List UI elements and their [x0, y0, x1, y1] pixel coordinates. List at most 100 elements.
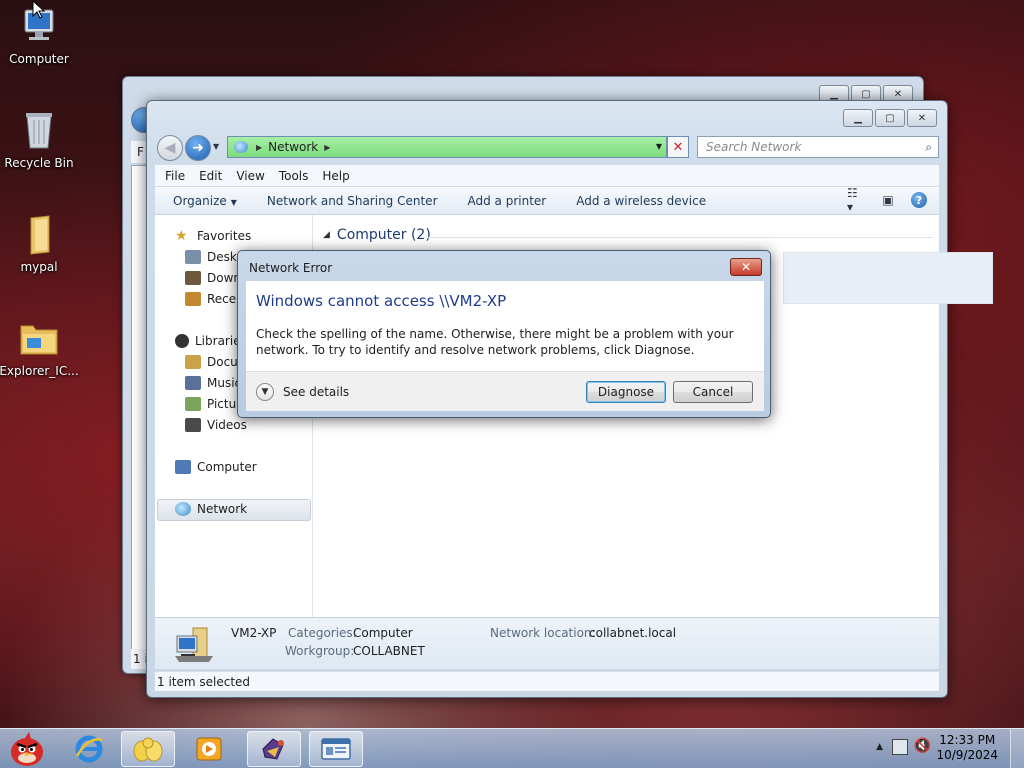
diagnose-button[interactable]: Diagnose	[586, 381, 666, 403]
see-details-label: See details	[283, 385, 350, 399]
desktop-icon-explorer[interactable]: Explorer_IC...	[0, 316, 79, 378]
forward-button[interactable]: ➜	[185, 135, 211, 161]
show-desktop-button[interactable]	[1010, 729, 1024, 768]
system-clock[interactable]: 12:33 PM 10/9/2024	[936, 733, 998, 763]
organize-button[interactable]: Organize ▼	[173, 194, 237, 208]
close-button[interactable]: ✕	[907, 109, 937, 127]
search-icon[interactable]: ⌕	[925, 140, 932, 155]
folder-icon	[17, 316, 61, 360]
libraries-icon	[175, 334, 189, 348]
nav-pictures[interactable]: Pictur	[185, 397, 241, 411]
details-pane: VM2-XP Categories: Computer Workgroup: C…	[155, 617, 939, 669]
window-caption-buttons: ▁ ▢ ✕	[843, 109, 937, 127]
videos-icon	[185, 418, 201, 432]
menu-edit[interactable]: Edit	[199, 169, 222, 183]
folder-icon	[133, 737, 163, 762]
dialog-message: Check the spelling of the name. Otherwis…	[256, 327, 734, 357]
minimize-button[interactable]: ▁	[843, 109, 873, 127]
pictures-icon	[185, 397, 201, 411]
nav-music[interactable]: Music	[185, 376, 241, 390]
add-printer-button[interactable]: Add a printer	[468, 194, 547, 208]
desktop-icon	[185, 250, 201, 264]
menu-tools[interactable]: Tools	[279, 169, 309, 183]
see-details-toggle[interactable]: ▼ See details	[256, 383, 349, 401]
music-icon	[185, 376, 201, 390]
documents-icon	[185, 355, 201, 369]
change-view-icon[interactable]: ☷ ▾	[847, 186, 865, 214]
network-sharing-center-button[interactable]: Network and Sharing Center	[267, 194, 438, 208]
network-error-dialog[interactable]: Network Error ✕ Windows cannot access \\…	[237, 250, 771, 418]
add-wireless-device-button[interactable]: Add a wireless device	[576, 194, 706, 208]
search-placeholder: Search Network	[706, 140, 802, 154]
network-icon	[175, 502, 191, 516]
volume-muted-icon[interactable]: 🔇	[914, 738, 931, 754]
desktop-icon-label: Computer	[9, 52, 69, 66]
clock-date: 10/9/2024	[936, 748, 998, 762]
window-app-icon	[321, 738, 351, 760]
show-hidden-icons-icon[interactable]: ▲	[876, 742, 883, 752]
back-button[interactable]: ◀	[157, 135, 183, 161]
desktop-icon-label: Recycle Bin	[4, 156, 74, 170]
folder-icon	[17, 212, 61, 256]
view-controls: ☷ ▾ ▣ ?	[847, 186, 927, 214]
workgroup-value: COLLABNET	[353, 644, 425, 658]
taskbar-network-window[interactable]	[309, 731, 363, 767]
chevron-down-icon[interactable]: ▼	[256, 383, 274, 401]
taskbar-app-paint[interactable]	[247, 731, 301, 767]
group-divider	[425, 237, 933, 238]
maximize-button[interactable]: ▢	[875, 109, 905, 127]
chevron-down-icon: ▼	[230, 197, 237, 207]
clock-time: 12:33 PM	[939, 733, 996, 747]
menu-file[interactable]: File	[165, 169, 185, 183]
nav-documents[interactable]: Docu	[185, 355, 238, 369]
desktop-icon-recycle-bin[interactable]: Recycle Bin	[4, 108, 74, 170]
nav-recent-places[interactable]: Recen	[185, 292, 244, 306]
stop-loading-button[interactable]: ✕	[667, 136, 689, 158]
collapse-triangle-icon[interactable]: ◢	[323, 230, 330, 240]
taskbar-media-player[interactable]	[182, 731, 236, 767]
desktop-icon-label: mypal	[20, 260, 58, 274]
help-icon[interactable]: ?	[911, 192, 927, 208]
menu-help[interactable]: Help	[322, 169, 349, 183]
network-tray-icon[interactable]	[892, 739, 908, 755]
nav-libraries[interactable]: Librarie	[175, 334, 241, 348]
taskbar-internet-explorer[interactable]	[62, 731, 116, 767]
search-input[interactable]: Search Network ⌕	[697, 136, 939, 158]
desktop-icon-mypal[interactable]: mypal	[4, 212, 74, 274]
group-header-computer[interactable]: ◢ Computer (2)	[323, 227, 431, 243]
desktop-icon-label: Explorer_IC...	[0, 364, 79, 378]
recent-pages-dropdown[interactable]: ▼	[213, 142, 219, 151]
network-computer-item[interactable]	[783, 252, 993, 304]
dialog-heading: Windows cannot access \\VM2-XP	[256, 292, 507, 310]
categories-label: Categories:	[288, 626, 357, 640]
paint-app-icon	[262, 738, 284, 760]
nav-favorites[interactable]: ★ Favorites	[175, 229, 251, 243]
preview-pane-icon[interactable]: ▣	[879, 192, 897, 208]
network-location-label: Network location:	[490, 626, 596, 640]
nav-network[interactable]: Network	[175, 502, 247, 516]
angry-bird-icon	[11, 732, 43, 766]
breadcrumb-network[interactable]: Network	[268, 140, 318, 154]
dialog-close-button[interactable]: ✕	[730, 258, 762, 276]
start-button[interactable]	[2, 731, 52, 767]
taskbar-windows-explorer[interactable]	[121, 731, 175, 767]
nav-videos[interactable]: Videos	[185, 418, 247, 432]
address-dropdown-icon[interactable]: ▼	[656, 142, 662, 151]
nav-computer[interactable]: Computer	[175, 460, 257, 474]
nav-downloads[interactable]: Down	[185, 271, 241, 285]
network-location-value: collabnet.local	[589, 626, 677, 640]
menu-bar: File Edit View Tools Help	[155, 165, 939, 187]
breadcrumb-arrow-icon[interactable]: ▶	[324, 143, 330, 152]
menu-view[interactable]: View	[236, 169, 264, 183]
categories-value: Computer	[353, 626, 413, 640]
cancel-button[interactable]: Cancel	[673, 381, 753, 403]
dialog-body: Windows cannot access \\VM2-XP Check the…	[246, 281, 764, 371]
status-bar: 1 item selected	[155, 671, 939, 691]
dialog-footer: ▼ See details Diagnose Cancel	[246, 371, 764, 411]
breadcrumb-arrow-icon[interactable]: ▶	[256, 143, 262, 152]
network-computer-icon	[173, 626, 217, 664]
status-text: 1 item selected	[157, 674, 251, 689]
internet-explorer-icon	[75, 735, 103, 763]
address-bar[interactable]: ▶ Network ▶ ▼	[227, 136, 667, 158]
recent-places-icon	[185, 292, 201, 306]
